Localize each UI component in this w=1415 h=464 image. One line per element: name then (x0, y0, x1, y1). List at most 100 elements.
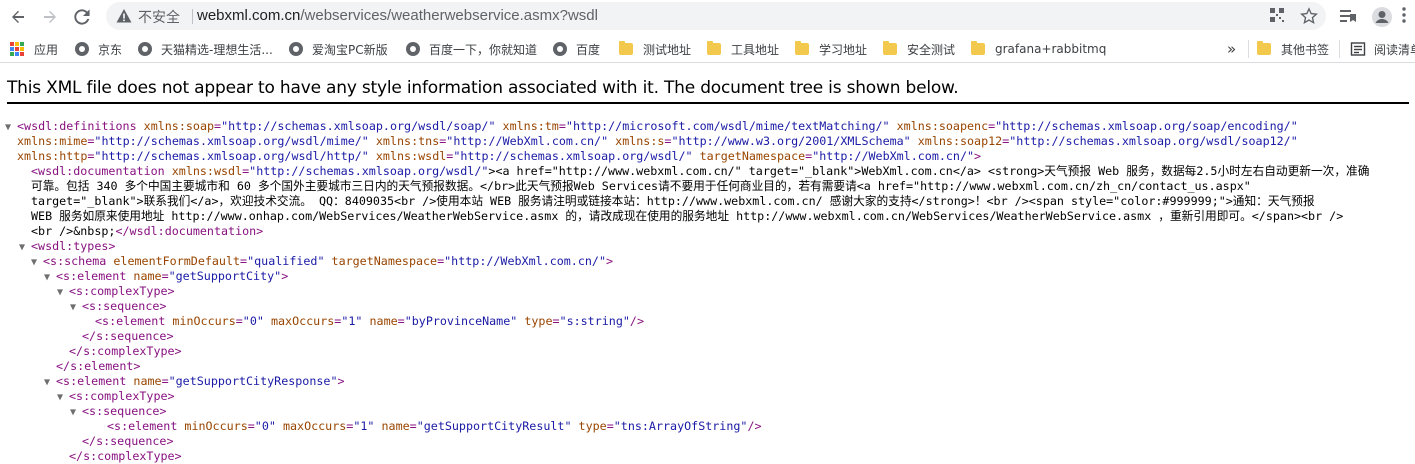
xml-attr-name: xmlns:tm (495, 119, 559, 133)
security-label[interactable]: 不安全 (138, 7, 180, 27)
reading-list-icon[interactable] (1338, 6, 1360, 28)
bookmark-baidu[interactable]: 百度 (553, 40, 600, 58)
xml-line: </s:element> (56, 359, 140, 374)
collapse-triangle-icon[interactable]: ▼ (5, 120, 17, 135)
collapse-triangle-icon[interactable]: ▼ (44, 375, 56, 390)
reload-icon[interactable] (70, 5, 94, 29)
reading-list-icon (1350, 42, 1366, 56)
bookmark-folder-tools[interactable]: 工具地址 (707, 40, 779, 58)
xml-line: WEB 服务如原来使用地址 http://www.onhap.com/WebSe… (31, 209, 1343, 224)
xml-attr-value: "1" (341, 314, 363, 328)
xml-attr-value: "getSupportCityResult" (416, 419, 572, 433)
address-bar[interactable]: 不安全 webxml.com.cn/webservices/weatherweb… (106, 2, 1326, 30)
menu-dots-icon[interactable] (1401, 6, 1413, 28)
bookmark-folder-grafana[interactable]: grafana+rabbitmq (971, 40, 1106, 58)
folder-icon (619, 41, 633, 55)
xml-attr-name: xmlns:http (17, 149, 88, 163)
bookmark-label: 天猫精选-理想生活... (161, 42, 273, 57)
xml-attr-name: name (374, 419, 410, 433)
collapse-triangle-icon[interactable]: ▼ (70, 405, 82, 420)
collapse-triangle-icon[interactable]: ▼ (57, 285, 69, 300)
xml-attr-value: "http://schemas.xmlsoap.org/soap/encodin… (995, 119, 1298, 133)
bookmarks-overflow-button[interactable]: » (1227, 40, 1236, 58)
xml-tag: </s:complexType> (69, 344, 182, 358)
xml-tag: <s:sequence> (82, 404, 167, 418)
xml-attr-value: "http://microsoft.com/wsdl/mime/textMatc… (565, 119, 890, 133)
browser-toolbar: 不安全 webxml.com.cn/webservices/weatherweb… (0, 0, 1415, 34)
xml-line: </s:sequence> (82, 329, 173, 344)
bookmarks-divider (1248, 40, 1249, 58)
xml-attr-value: "http://WebXml.com.cn/" (812, 149, 975, 163)
xml-line: ▼ <s:complexType> (57, 389, 175, 405)
xml-tag: <s:element (56, 269, 127, 283)
globe-icon (138, 42, 152, 56)
bookmark-folder-test[interactable]: 测试地址 (619, 40, 691, 58)
profile-icon[interactable] (1371, 6, 1393, 28)
collapse-triangle-icon[interactable]: ▼ (57, 390, 69, 405)
bookmark-label: 阅读清单 (1374, 42, 1415, 57)
collapse-triangle-icon[interactable]: ▼ (19, 240, 31, 255)
collapse-triangle-icon[interactable]: ▼ (31, 255, 43, 270)
xml-attr-name: minOccurs (177, 419, 248, 433)
xml-tag: </wsdl:documentation> (115, 224, 264, 238)
bookmark-folder-security[interactable]: 安全测试 (883, 40, 955, 58)
bookmark-tmall[interactable]: 天猫精选-理想生活... (138, 40, 273, 58)
xml-attr-name: maxOccurs (263, 314, 335, 328)
url-text[interactable]: webxml.com.cn/webservices/weatherwebserv… (197, 7, 598, 24)
xml-attr-value: "tns:ArrayOfString" (613, 419, 748, 433)
xml-line: xmlns:http="http://schemas.xmlsoap.org/w… (17, 149, 982, 163)
forward-arrow-icon[interactable] (38, 5, 62, 29)
bookmark-folder-study[interactable]: 学习地址 (795, 40, 867, 58)
xml-line: ▼ <s:schema elementFormDefault="qualified… (31, 254, 614, 270)
url-host: webxml.com.cn (197, 7, 301, 24)
xml-text: WEB 服务如原来使用地址 http://www.onhap.com/WebSe… (31, 209, 1344, 223)
bookmark-aitaobao[interactable]: 爱淘宝PC新版 (289, 40, 388, 58)
xml-attr-name: xmlns:soap (136, 119, 215, 133)
bookmark-baidu-search[interactable]: 百度一下，你就知道 (406, 40, 537, 58)
xml-tag: <s:sequence> (82, 299, 167, 313)
bookmark-label: 百度一下，你就知道 (429, 42, 538, 57)
xml-tag: > (337, 374, 345, 388)
xml-attr-name: name (126, 269, 162, 283)
xml-attr-name: maxOccurs (275, 419, 347, 433)
warning-icon[interactable] (116, 8, 132, 24)
xml-line: ▼ <s:element name="getSupportCityResponse… (44, 374, 345, 390)
omnibox-separator (192, 9, 193, 24)
xml-line: ▼ <wsdl:definitions xmlns:soap="http://sc… (5, 119, 1298, 135)
bookmark-apps[interactable]: 应用 (10, 40, 58, 58)
xml-line: 可靠。包括 340 多个中国主要城市和 60 多个国外主要城市三日内的天气预报数… (31, 179, 1251, 194)
xml-line: ▼ <s:complexType> (57, 284, 175, 300)
xml-tag: <wsdl:documentation (31, 164, 165, 178)
xml-attr-value: "byProvinceName" (404, 314, 518, 328)
xml-tag: <s:schema (43, 254, 107, 268)
xml-tag: <s:complexType> (69, 389, 175, 403)
folder-icon (795, 41, 809, 55)
back-arrow-icon[interactable] (6, 5, 30, 29)
xml-attr-value: "getSupportCityResponse" (168, 374, 338, 388)
xml-tag: /> (747, 419, 762, 433)
xml-attr-value: "0" (254, 419, 276, 433)
globe-icon (289, 42, 303, 56)
bookmark-label: 安全测试 (907, 42, 956, 57)
xml-attr-name: xmlns:s (608, 134, 665, 148)
xml-attr-value: "http://schemas.xmlsoap.org/wsdl/http/" (94, 149, 369, 163)
xml-tag: <s:element (107, 419, 178, 433)
xml-attr-value: "getSupportCity" (168, 269, 282, 283)
bookmark-jd[interactable]: 京东 (75, 40, 122, 58)
qr-code-icon[interactable] (1269, 7, 1287, 25)
collapse-triangle-icon[interactable]: ▼ (70, 300, 82, 315)
star-icon[interactable] (1300, 7, 1318, 25)
collapse-triangle-icon[interactable]: ▼ (44, 270, 56, 285)
xml-attr-value: "http://WebXml.com.cn/" (446, 134, 609, 148)
bookmark-label: 爱淘宝PC新版 (312, 42, 388, 57)
bookmark-other[interactable]: 其他书签 (1257, 40, 1329, 58)
xml-tag: <s:complexType> (69, 284, 175, 298)
xml-line: <wsdl:documentation xmlns:wsdl="http://s… (31, 164, 1370, 178)
reading-list-button[interactable]: 阅读清单 (1350, 40, 1415, 58)
bookmark-label: 其他书签 (1281, 42, 1330, 57)
globe-icon (406, 42, 420, 56)
xml-attr-name: targetNamespace (692, 149, 806, 163)
xml-attr-value: "http://www.w3.org/2001/XMLSchema" (671, 134, 911, 148)
xml-line: ▼ <s:sequence> (70, 404, 166, 420)
xml-tag: <s:element (95, 314, 166, 328)
